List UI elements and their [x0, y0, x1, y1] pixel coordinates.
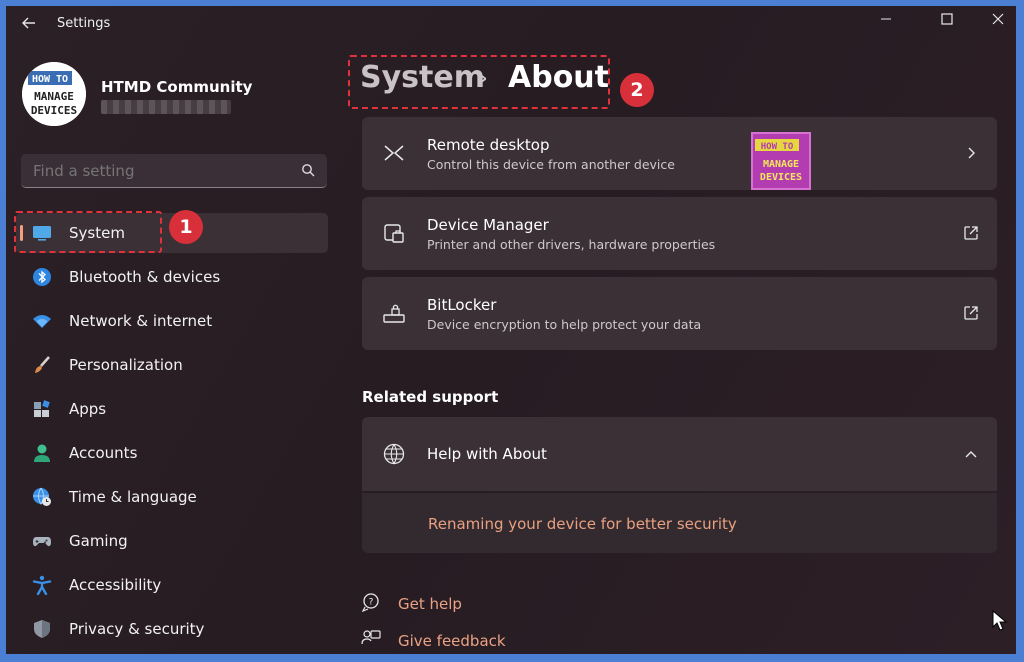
close-button[interactable]: [978, 8, 1016, 34]
svg-text:HOW TO: HOW TO: [761, 142, 794, 152]
device-manager-icon: [384, 224, 404, 243]
lock-drive-icon: [383, 304, 405, 323]
sidebar-item-label: Network & internet: [69, 312, 213, 330]
get-help-icon: ?: [361, 593, 379, 612]
svg-text:DEVICES: DEVICES: [31, 104, 77, 117]
bluetooth-icon: [33, 268, 51, 286]
how-to-manage-devices-logo: HOW TO MANAGE DEVICES: [22, 62, 86, 126]
help-content: Renaming your device for better security: [362, 493, 997, 553]
sidebar-item-apps[interactable]: Apps: [16, 389, 328, 429]
help-link[interactable]: Renaming your device for better security: [428, 515, 737, 533]
device-manager-card[interactable]: Device Manager Printer and other drivers…: [362, 197, 997, 270]
controller-icon: [33, 537, 51, 547]
sidebar-item-label: Personalization: [69, 356, 183, 374]
sidebar-item-label: Time & language: [69, 488, 197, 506]
sidebar-item-label: Privacy & security: [69, 620, 205, 638]
accessibility-icon: [32, 575, 52, 595]
external-link-icon: [964, 226, 978, 240]
card-subtitle: Device encryption to help protect your d…: [427, 317, 702, 332]
chevron-right-icon: [968, 147, 975, 159]
app-title: Settings: [57, 16, 111, 31]
svg-text:MANAGE: MANAGE: [34, 90, 74, 103]
apps-icon: [34, 400, 50, 417]
sidebar-item-label: Gaming: [69, 532, 128, 550]
card-title: Device Manager: [427, 216, 549, 234]
wifi-icon: [33, 315, 51, 328]
search-box[interactable]: [21, 154, 327, 188]
title-bar: Settings: [6, 6, 1016, 42]
give-feedback-link[interactable]: Give feedback: [398, 632, 506, 650]
brush-icon: [35, 356, 50, 373]
shield-icon: [34, 620, 50, 638]
sidebar-item-accessibility[interactable]: Accessibility: [16, 565, 328, 605]
card-subtitle: Control this device from another device: [427, 157, 675, 172]
section-title: Related support: [362, 388, 499, 406]
card-title: Remote desktop: [427, 136, 550, 154]
globe-icon: [383, 443, 405, 465]
card-title: BitLocker: [427, 296, 497, 314]
expander-title: Help with About: [427, 445, 547, 463]
svg-text:DEVICES: DEVICES: [760, 172, 802, 183]
sidebar-item-network[interactable]: Network & internet: [16, 301, 328, 341]
settings-window: Settings HOW TO MANAGE DEVICES HTMD Comm…: [6, 6, 1016, 654]
search-input[interactable]: [33, 162, 293, 180]
annotation-badge: 2: [620, 73, 654, 107]
sidebar-item-label: Bluetooth & devices: [69, 268, 221, 286]
highlight-box-system: [14, 211, 162, 253]
sidebar-item-gaming[interactable]: Gaming: [16, 521, 328, 561]
chevron-up-icon[interactable]: [963, 447, 979, 463]
remote-desktop-icon: [384, 145, 404, 161]
minimize-button[interactable]: [866, 8, 906, 34]
remote-desktop-card[interactable]: Remote desktop Control this device from …: [362, 117, 997, 190]
sidebar-item-label: Accounts: [69, 444, 138, 462]
back-arrow-icon[interactable]: [20, 14, 38, 32]
avatar[interactable]: HOW TO MANAGE DEVICES: [22, 62, 86, 126]
feedback-icon: [361, 630, 381, 645]
maximize-button[interactable]: [927, 8, 967, 34]
annotation-badge: 1: [169, 210, 203, 244]
profile-name: HTMD Community: [101, 78, 253, 96]
sidebar-item-bluetooth[interactable]: Bluetooth & devices: [16, 257, 328, 297]
sidebar-item-label: Apps: [69, 400, 107, 418]
card-subtitle: Printer and other drivers, hardware prop…: [427, 237, 716, 252]
profile-email-redacted: [101, 100, 231, 114]
bitlocker-card[interactable]: BitLocker Device encryption to help prot…: [362, 277, 997, 350]
highlight-box-breadcrumb: [348, 55, 610, 109]
mouse-cursor-icon: [992, 610, 1008, 631]
svg-text:?: ?: [369, 598, 374, 608]
sidebar-item-label: Accessibility: [69, 576, 162, 594]
sidebar-item-accounts[interactable]: Accounts: [16, 433, 328, 473]
sidebar-item-time-language[interactable]: Time & language: [16, 477, 328, 517]
globe-clock-icon: [33, 487, 51, 506]
sidebar-item-privacy-security[interactable]: Privacy & security: [16, 609, 328, 649]
svg-text:HOW TO: HOW TO: [32, 74, 68, 85]
sidebar-item-personalization[interactable]: Personalization: [16, 345, 328, 385]
get-help-link[interactable]: Get help: [398, 595, 462, 613]
search-icon[interactable]: [301, 163, 315, 177]
help-with-about-expander[interactable]: Help with About: [362, 417, 997, 491]
how-to-manage-devices-logo: HOW TO MANAGE DEVICES: [751, 132, 811, 190]
person-icon: [34, 444, 50, 462]
svg-text:MANAGE: MANAGE: [763, 159, 799, 170]
external-link-icon: [964, 306, 978, 320]
